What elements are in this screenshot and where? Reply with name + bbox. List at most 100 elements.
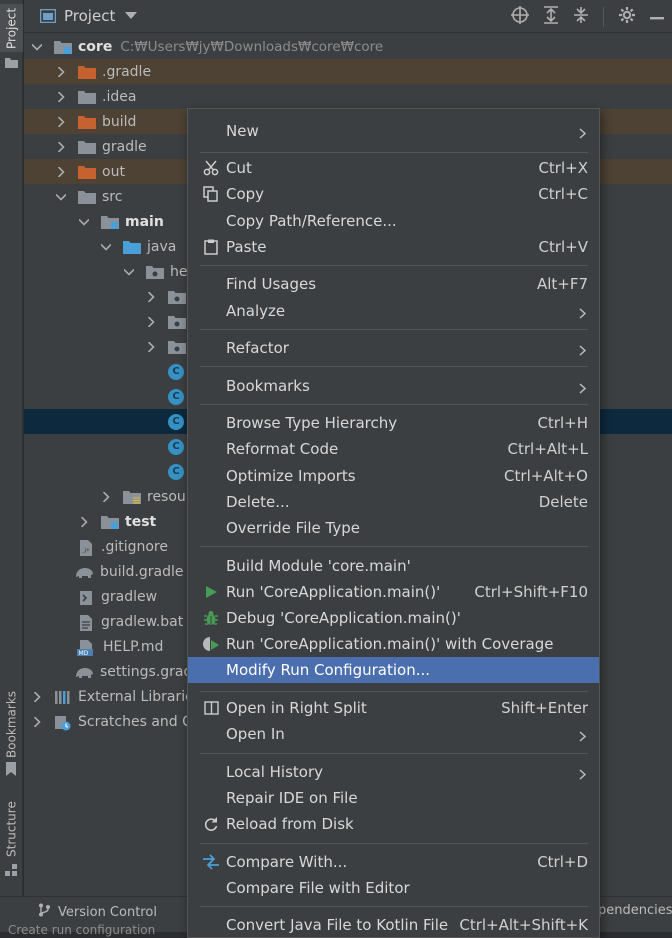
dependencies-tab[interactable]: pendencies bbox=[598, 903, 672, 918]
chevron-right-icon[interactable] bbox=[32, 716, 42, 727]
menu-separator bbox=[200, 404, 588, 405]
chevron-down-icon[interactable] bbox=[125, 12, 138, 20]
menu-item-copy[interactable]: Copy Ctrl+C bbox=[188, 181, 599, 207]
select-opened-file-icon[interactable] bbox=[511, 5, 529, 28]
chevron-right-icon[interactable] bbox=[56, 116, 66, 127]
structure-tool-tab[interactable]: Structure bbox=[0, 798, 23, 860]
tree-label: src bbox=[102, 188, 123, 205]
menu-item-open-right-split[interactable]: Open in Right Split Shift+Enter bbox=[188, 695, 599, 721]
branch-icon bbox=[38, 903, 50, 921]
menu-item-new[interactable]: New bbox=[188, 118, 599, 144]
chevron-down-icon[interactable] bbox=[32, 42, 42, 52]
tree-label: core bbox=[78, 38, 113, 55]
menu-item-label: Reformat Code bbox=[226, 440, 339, 458]
menu-item-refactor[interactable]: Refactor bbox=[188, 335, 599, 361]
text-file-icon bbox=[79, 614, 95, 631]
menu-item-shortcut: Alt+F7 bbox=[536, 275, 588, 293]
chevron-right-icon[interactable] bbox=[32, 691, 42, 702]
bookmark-icon[interactable] bbox=[5, 762, 17, 780]
collapse-all-icon[interactable] bbox=[573, 6, 589, 28]
dependencies-label: pendencies bbox=[598, 903, 672, 918]
menu-item-open-in[interactable]: Open In bbox=[188, 721, 599, 747]
menu-item-cut[interactable]: Cut Ctrl+X bbox=[188, 155, 599, 181]
bug-icon bbox=[202, 609, 220, 627]
menu-item-paste[interactable]: Paste Ctrl+V bbox=[188, 234, 599, 260]
copy-icon bbox=[202, 185, 220, 203]
menu-item-label: Find Usages bbox=[226, 275, 317, 293]
gear-icon[interactable] bbox=[618, 6, 636, 28]
chevron-right-icon[interactable] bbox=[56, 141, 66, 152]
folder-icon bbox=[78, 190, 96, 204]
expand-all-icon[interactable] bbox=[543, 5, 559, 28]
tree-label: he bbox=[170, 263, 188, 280]
menu-item-bookmarks[interactable]: Bookmarks bbox=[188, 373, 599, 399]
menu-item-optimize-imports[interactable]: Optimize Imports Ctrl+Alt+O bbox=[188, 463, 599, 489]
chevron-right-icon[interactable] bbox=[56, 66, 66, 77]
svg-text:MD: MD bbox=[79, 650, 89, 656]
menu-item-run-coverage[interactable]: Run 'CoreApplication.main()' with Covera… bbox=[188, 631, 599, 657]
menu-item-delete[interactable]: Delete... Delete bbox=[188, 489, 599, 515]
chevron-right-icon[interactable] bbox=[146, 316, 156, 327]
menu-item-label: Open In bbox=[226, 725, 285, 743]
menu-item-override-file-type[interactable]: Override File Type bbox=[188, 515, 599, 541]
minimize-icon[interactable] bbox=[650, 9, 664, 25]
menu-item-modify-run-configuration[interactable]: Modify Run Configuration... bbox=[188, 657, 599, 683]
menu-item-label: Compare With... bbox=[226, 853, 348, 871]
menu-item-copy-path[interactable]: Copy Path/Reference... bbox=[188, 208, 599, 234]
runnable-class-icon: C bbox=[168, 463, 184, 480]
markdown-file-icon: MD bbox=[77, 639, 97, 657]
tree-label: java bbox=[147, 238, 177, 255]
chevron-right-icon[interactable] bbox=[56, 91, 66, 102]
bookmarks-tool-tab[interactable]: Bookmarks bbox=[0, 688, 23, 760]
chevron-right-icon[interactable] bbox=[56, 166, 66, 177]
menu-item-browse-type-hierarchy[interactable]: Browse Type Hierarchy Ctrl+H bbox=[188, 410, 599, 436]
chevron-right-icon[interactable] bbox=[101, 491, 111, 502]
chevron-right-icon[interactable] bbox=[146, 341, 156, 352]
menu-item-reformat-code[interactable]: Reformat Code Ctrl+Alt+L bbox=[188, 436, 599, 462]
menu-item-analyze[interactable]: Analyze bbox=[188, 298, 599, 324]
menu-item-compare-with[interactable]: Compare With... Ctrl+D bbox=[188, 849, 599, 875]
menu-item-build-module[interactable]: Build Module 'core.main' bbox=[188, 553, 599, 579]
chevron-down-icon[interactable] bbox=[79, 217, 89, 227]
menu-item-label: Override File Type bbox=[226, 519, 360, 537]
menu-item-reload-from-disk[interactable]: Reload from Disk bbox=[188, 811, 599, 837]
chevron-down-icon[interactable] bbox=[101, 242, 111, 252]
chevron-right-icon[interactable] bbox=[79, 516, 89, 527]
menu-item-shortcut: Delete bbox=[538, 493, 588, 511]
structure-tool-label: Structure bbox=[4, 801, 19, 857]
menu-separator bbox=[200, 265, 588, 266]
menu-item-convert-kotlin[interactable]: Convert Java File to Kotlin File Ctrl+Al… bbox=[188, 912, 599, 937]
chevron-right-icon[interactable] bbox=[146, 291, 156, 302]
tree-item-core[interactable]: core C:₩Users₩jy₩Downloads₩core₩core bbox=[24, 34, 672, 59]
folder-icon bbox=[78, 90, 96, 104]
menu-item-shortcut: Ctrl+Shift+F10 bbox=[474, 583, 588, 601]
menu-item-shortcut: Ctrl+Alt+Shift+K bbox=[459, 916, 588, 934]
tree-label: gradle bbox=[102, 138, 147, 155]
package-icon bbox=[168, 290, 186, 304]
menu-item-find-usages[interactable]: Find Usages Alt+F7 bbox=[188, 271, 599, 297]
tree-item-idea[interactable]: .idea bbox=[24, 84, 672, 109]
menu-item-label: Copy bbox=[226, 185, 265, 203]
tree-path: C:₩Users₩jy₩Downloads₩core₩core bbox=[120, 38, 384, 55]
menu-item-label: Optimize Imports bbox=[226, 467, 356, 485]
runnable-class-icon: C bbox=[168, 438, 184, 455]
menu-separator bbox=[200, 843, 588, 844]
menu-item-debug[interactable]: Debug 'CoreApplication.main()' bbox=[188, 605, 599, 631]
menu-item-shortcut: Ctrl+X bbox=[538, 159, 588, 177]
structure-icon[interactable] bbox=[5, 864, 18, 881]
menu-item-repair-ide[interactable]: Repair IDE on File bbox=[188, 785, 599, 811]
clipboard-icon bbox=[202, 238, 220, 256]
menu-item-run[interactable]: Run 'CoreApplication.main()' Ctrl+Shift+… bbox=[188, 579, 599, 605]
tree-item-gradle-cache[interactable]: .gradle bbox=[24, 59, 672, 84]
chevron-down-icon[interactable] bbox=[56, 192, 66, 202]
project-view-title[interactable]: Project bbox=[64, 7, 115, 25]
module-folder-icon bbox=[54, 40, 72, 54]
version-control-tab[interactable]: Version Control bbox=[38, 903, 157, 921]
reload-icon bbox=[202, 815, 220, 833]
folder-tool-icon[interactable] bbox=[5, 56, 18, 72]
menu-item-local-history[interactable]: Local History bbox=[188, 759, 599, 785]
menu-item-compare-file-editor[interactable]: Compare File with Editor bbox=[188, 875, 599, 901]
package-icon bbox=[146, 265, 164, 279]
project-tool-tab[interactable]: Project bbox=[0, 4, 23, 52]
chevron-down-icon[interactable] bbox=[124, 267, 134, 277]
